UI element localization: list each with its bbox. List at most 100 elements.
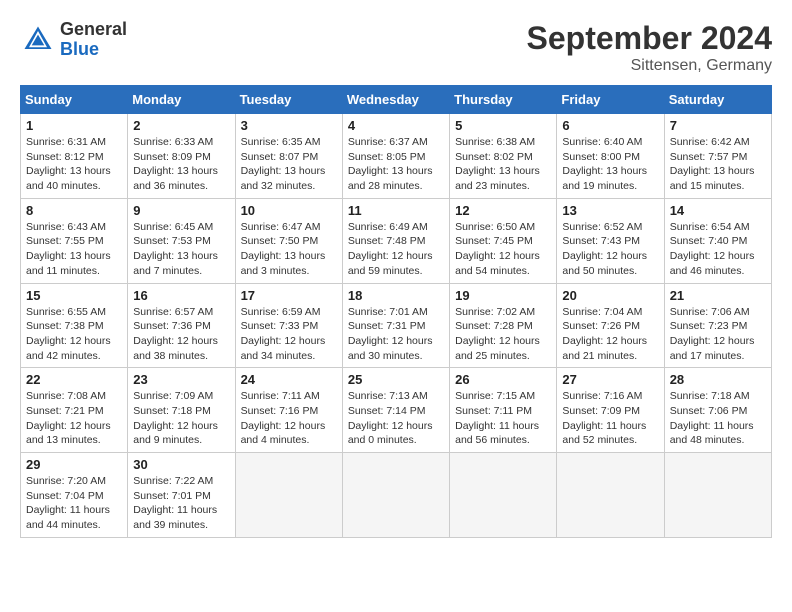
day-info: Sunrise: 6:42 AMSunset: 7:57 PMDaylight:… [670, 135, 766, 194]
day-info: Sunrise: 6:37 AMSunset: 8:05 PMDaylight:… [348, 135, 444, 194]
day-info: Sunrise: 7:22 AMSunset: 7:01 PMDaylight:… [133, 474, 229, 533]
day-number: 17 [241, 288, 337, 303]
day-cell: 13 Sunrise: 6:52 AMSunset: 7:43 PMDaylig… [557, 198, 664, 283]
header-tuesday: Tuesday [235, 86, 342, 114]
page-header: General Blue September 2024 Sittensen, G… [20, 20, 772, 75]
day-info: Sunrise: 7:13 AMSunset: 7:14 PMDaylight:… [348, 389, 444, 448]
day-cell: 28 Sunrise: 7:18 AMSunset: 7:06 PMDaylig… [664, 368, 771, 453]
day-cell: 6 Sunrise: 6:40 AMSunset: 8:00 PMDayligh… [557, 114, 664, 199]
header-sunday: Sunday [21, 86, 128, 114]
day-number: 14 [670, 203, 766, 218]
day-number: 7 [670, 118, 766, 133]
day-cell: 30 Sunrise: 7:22 AMSunset: 7:01 PMDaylig… [128, 453, 235, 538]
day-info: Sunrise: 6:57 AMSunset: 7:36 PMDaylight:… [133, 305, 229, 364]
day-number: 16 [133, 288, 229, 303]
day-cell: 17 Sunrise: 6:59 AMSunset: 7:33 PMDaylig… [235, 283, 342, 368]
day-info: Sunrise: 6:59 AMSunset: 7:33 PMDaylight:… [241, 305, 337, 364]
day-info: Sunrise: 7:16 AMSunset: 7:09 PMDaylight:… [562, 389, 658, 448]
day-cell: 10 Sunrise: 6:47 AMSunset: 7:50 PMDaylig… [235, 198, 342, 283]
day-cell: 22 Sunrise: 7:08 AMSunset: 7:21 PMDaylig… [21, 368, 128, 453]
day-info: Sunrise: 7:09 AMSunset: 7:18 PMDaylight:… [133, 389, 229, 448]
calendar: SundayMondayTuesdayWednesdayThursdayFrid… [20, 85, 772, 538]
day-info: Sunrise: 6:40 AMSunset: 8:00 PMDaylight:… [562, 135, 658, 194]
day-number: 11 [348, 203, 444, 218]
day-number: 8 [26, 203, 122, 218]
day-number: 13 [562, 203, 658, 218]
day-info: Sunrise: 7:04 AMSunset: 7:26 PMDaylight:… [562, 305, 658, 364]
day-cell: 24 Sunrise: 7:11 AMSunset: 7:16 PMDaylig… [235, 368, 342, 453]
day-number: 3 [241, 118, 337, 133]
header-wednesday: Wednesday [342, 86, 449, 114]
day-info: Sunrise: 6:54 AMSunset: 7:40 PMDaylight:… [670, 220, 766, 279]
day-cell: 20 Sunrise: 7:04 AMSunset: 7:26 PMDaylig… [557, 283, 664, 368]
day-info: Sunrise: 6:38 AMSunset: 8:02 PMDaylight:… [455, 135, 551, 194]
day-cell [557, 453, 664, 538]
day-number: 22 [26, 372, 122, 387]
day-cell: 16 Sunrise: 6:57 AMSunset: 7:36 PMDaylig… [128, 283, 235, 368]
day-info: Sunrise: 7:20 AMSunset: 7:04 PMDaylight:… [26, 474, 122, 533]
day-number: 1 [26, 118, 122, 133]
day-info: Sunrise: 6:35 AMSunset: 8:07 PMDaylight:… [241, 135, 337, 194]
logo: General Blue [20, 20, 127, 60]
day-number: 5 [455, 118, 551, 133]
location: Sittensen, Germany [527, 57, 772, 75]
day-number: 30 [133, 457, 229, 472]
day-cell: 9 Sunrise: 6:45 AMSunset: 7:53 PMDayligh… [128, 198, 235, 283]
week-row-2: 8 Sunrise: 6:43 AMSunset: 7:55 PMDayligh… [21, 198, 772, 283]
day-cell: 14 Sunrise: 6:54 AMSunset: 7:40 PMDaylig… [664, 198, 771, 283]
day-info: Sunrise: 7:08 AMSunset: 7:21 PMDaylight:… [26, 389, 122, 448]
day-number: 20 [562, 288, 658, 303]
day-number: 2 [133, 118, 229, 133]
month-title: September 2024 [527, 20, 772, 57]
day-info: Sunrise: 6:49 AMSunset: 7:48 PMDaylight:… [348, 220, 444, 279]
day-info: Sunrise: 7:18 AMSunset: 7:06 PMDaylight:… [670, 389, 766, 448]
logo-blue: Blue [60, 40, 127, 60]
day-cell: 18 Sunrise: 7:01 AMSunset: 7:31 PMDaylig… [342, 283, 449, 368]
day-info: Sunrise: 6:55 AMSunset: 7:38 PMDaylight:… [26, 305, 122, 364]
day-number: 28 [670, 372, 766, 387]
day-cell [342, 453, 449, 538]
day-info: Sunrise: 6:52 AMSunset: 7:43 PMDaylight:… [562, 220, 658, 279]
header-saturday: Saturday [664, 86, 771, 114]
title-block: September 2024 Sittensen, Germany [527, 20, 772, 75]
day-cell: 2 Sunrise: 6:33 AMSunset: 8:09 PMDayligh… [128, 114, 235, 199]
day-number: 21 [670, 288, 766, 303]
day-info: Sunrise: 6:50 AMSunset: 7:45 PMDaylight:… [455, 220, 551, 279]
day-number: 12 [455, 203, 551, 218]
day-info: Sunrise: 6:33 AMSunset: 8:09 PMDaylight:… [133, 135, 229, 194]
day-info: Sunrise: 6:47 AMSunset: 7:50 PMDaylight:… [241, 220, 337, 279]
header-monday: Monday [128, 86, 235, 114]
day-info: Sunrise: 7:15 AMSunset: 7:11 PMDaylight:… [455, 389, 551, 448]
header-friday: Friday [557, 86, 664, 114]
day-number: 10 [241, 203, 337, 218]
day-number: 25 [348, 372, 444, 387]
day-info: Sunrise: 6:45 AMSunset: 7:53 PMDaylight:… [133, 220, 229, 279]
day-number: 15 [26, 288, 122, 303]
logo-general: General [60, 20, 127, 40]
day-cell: 21 Sunrise: 7:06 AMSunset: 7:23 PMDaylig… [664, 283, 771, 368]
day-number: 27 [562, 372, 658, 387]
week-row-4: 22 Sunrise: 7:08 AMSunset: 7:21 PMDaylig… [21, 368, 772, 453]
day-cell: 23 Sunrise: 7:09 AMSunset: 7:18 PMDaylig… [128, 368, 235, 453]
header-thursday: Thursday [450, 86, 557, 114]
day-number: 4 [348, 118, 444, 133]
day-cell: 5 Sunrise: 6:38 AMSunset: 8:02 PMDayligh… [450, 114, 557, 199]
day-info: Sunrise: 6:31 AMSunset: 8:12 PMDaylight:… [26, 135, 122, 194]
day-cell: 19 Sunrise: 7:02 AMSunset: 7:28 PMDaylig… [450, 283, 557, 368]
day-number: 29 [26, 457, 122, 472]
day-cell: 7 Sunrise: 6:42 AMSunset: 7:57 PMDayligh… [664, 114, 771, 199]
week-row-5: 29 Sunrise: 7:20 AMSunset: 7:04 PMDaylig… [21, 453, 772, 538]
day-number: 18 [348, 288, 444, 303]
day-cell [664, 453, 771, 538]
week-row-3: 15 Sunrise: 6:55 AMSunset: 7:38 PMDaylig… [21, 283, 772, 368]
day-info: Sunrise: 7:11 AMSunset: 7:16 PMDaylight:… [241, 389, 337, 448]
day-cell: 15 Sunrise: 6:55 AMSunset: 7:38 PMDaylig… [21, 283, 128, 368]
day-cell [235, 453, 342, 538]
day-number: 26 [455, 372, 551, 387]
day-number: 9 [133, 203, 229, 218]
day-cell: 29 Sunrise: 7:20 AMSunset: 7:04 PMDaylig… [21, 453, 128, 538]
day-cell: 3 Sunrise: 6:35 AMSunset: 8:07 PMDayligh… [235, 114, 342, 199]
day-cell: 1 Sunrise: 6:31 AMSunset: 8:12 PMDayligh… [21, 114, 128, 199]
day-cell [450, 453, 557, 538]
day-cell: 27 Sunrise: 7:16 AMSunset: 7:09 PMDaylig… [557, 368, 664, 453]
